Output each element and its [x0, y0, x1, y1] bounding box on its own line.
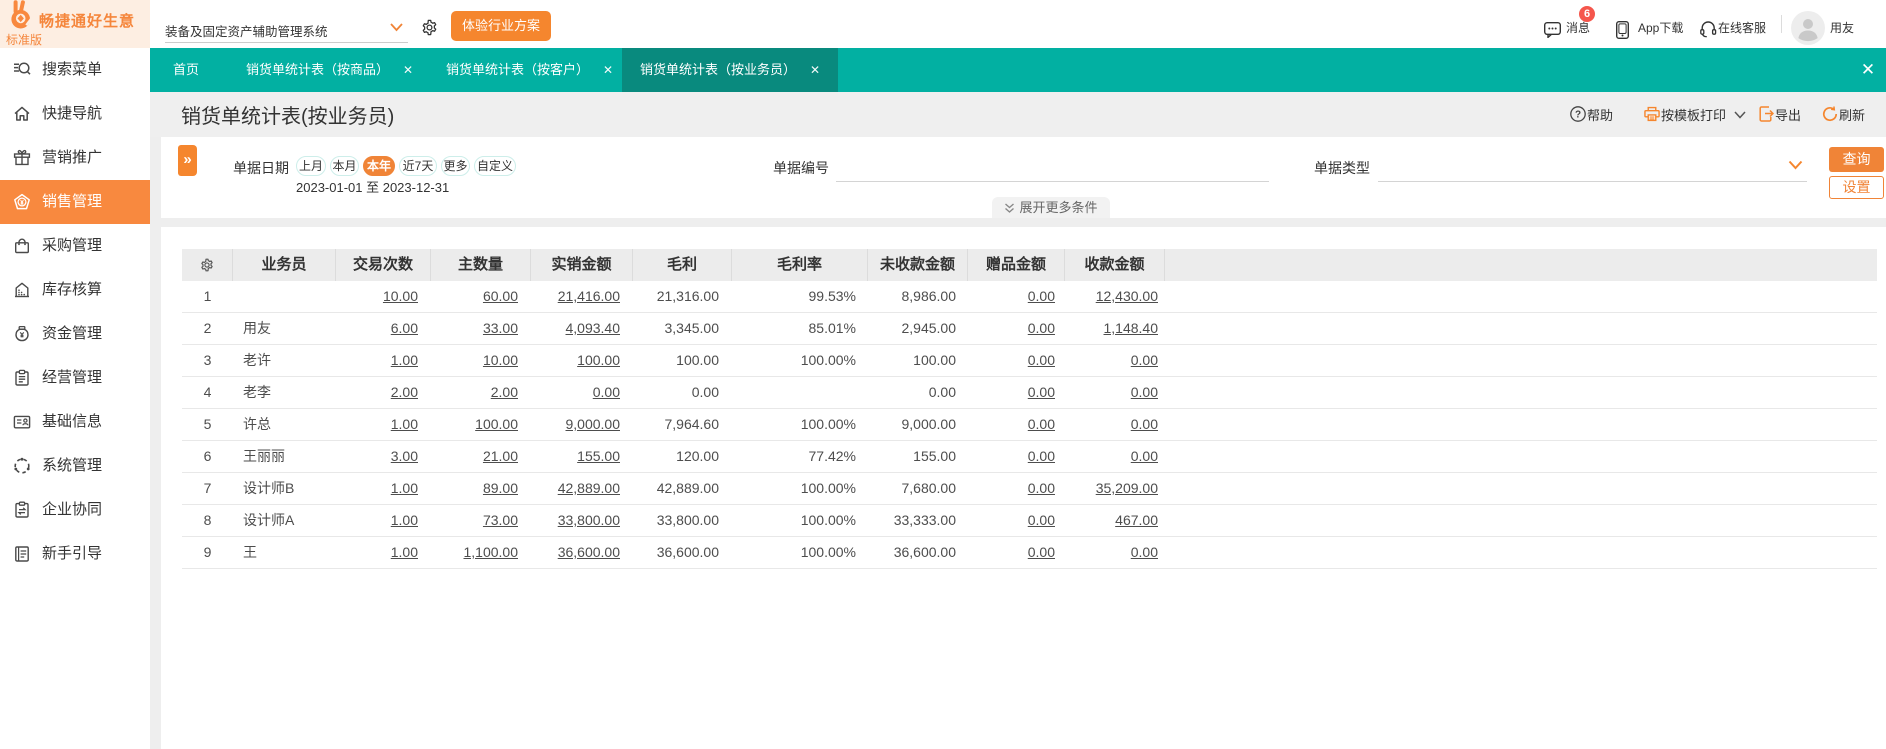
svg-text:?: ?	[1575, 110, 1581, 121]
